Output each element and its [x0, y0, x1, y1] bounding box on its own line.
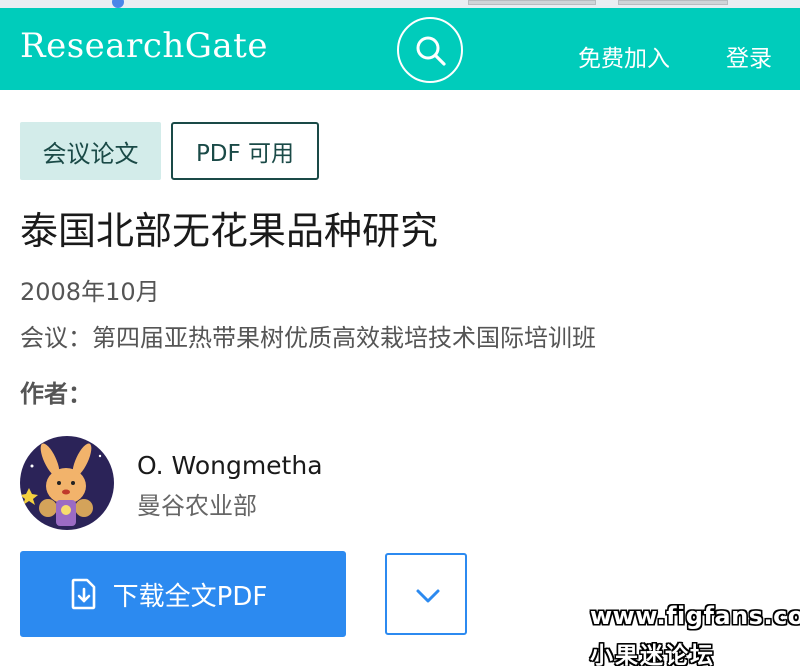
- watermark-url: www.figfans.com: [590, 602, 800, 630]
- rabbit-avatar: [20, 436, 114, 530]
- browser-control-1: [468, 0, 596, 5]
- site-header: ResearchGate 免费加入 登录: [0, 8, 800, 90]
- login-link[interactable]: 登录: [726, 39, 772, 73]
- browser-top-strip: [0, 0, 800, 8]
- author-avatar[interactable]: [20, 436, 114, 530]
- download-pdf-button[interactable]: 下载全文PDF: [20, 551, 346, 637]
- search-icon: [416, 36, 446, 66]
- search-button[interactable]: [397, 17, 463, 83]
- chevron-down-icon: [416, 589, 440, 603]
- download-label: 下载全文PDF: [112, 581, 268, 612]
- pdf-available-badge: PDF 可用: [171, 122, 319, 180]
- authors-label: 作者：: [20, 380, 92, 408]
- browser-indicator: [112, 0, 124, 8]
- publication-type-badge: 会议论文: [20, 122, 161, 180]
- browser-control-2: [618, 0, 728, 5]
- watermark-name: 小果迷论坛: [590, 643, 715, 666]
- author-affiliation: 曼谷农业部: [137, 492, 257, 520]
- conference-name: 会议：第四届亚热带果树优质高效栽培技术国际培训班: [20, 324, 596, 352]
- researchgate-logo[interactable]: ResearchGate: [20, 26, 268, 66]
- publication-date: 2008年10月: [20, 278, 160, 306]
- more-options-button[interactable]: [385, 553, 467, 635]
- author-name[interactable]: O. Wongmetha: [137, 451, 323, 480]
- publication-title: 泰国北部无花果品种研究: [20, 209, 439, 253]
- file-download-icon: [71, 578, 95, 610]
- join-free-link[interactable]: 免费加入: [578, 39, 670, 73]
